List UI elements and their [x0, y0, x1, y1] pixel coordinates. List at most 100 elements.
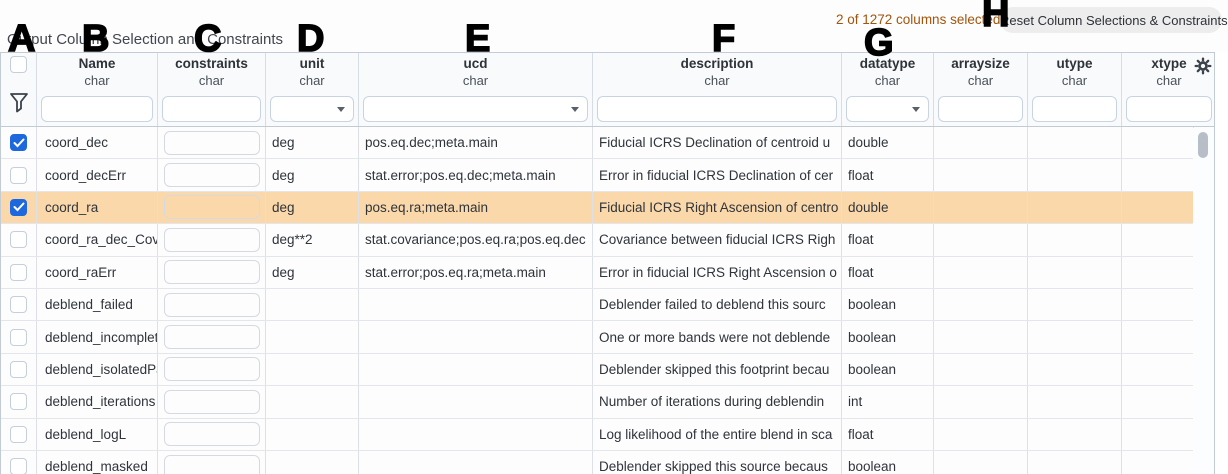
row-checkbox[interactable]	[10, 167, 27, 184]
filter-input-name[interactable]	[41, 96, 153, 122]
selection-status: 2 of 1272 columns selected	[836, 12, 1000, 27]
cell-datatype: double	[842, 127, 934, 158]
cell-utype	[1028, 419, 1122, 450]
row-checkbox-cell	[1, 224, 37, 255]
cell-datatype: float	[842, 159, 934, 190]
cell-constraints	[158, 224, 266, 255]
cell-utype	[1028, 159, 1122, 190]
chevron-down-icon[interactable]	[571, 107, 579, 112]
table-row[interactable]: coord_decdegpos.eq.dec;meta.mainFiducial…	[1, 127, 1214, 159]
constraint-input[interactable]	[164, 228, 260, 252]
table-row[interactable]: deblend_isolatedParDeblender skipped thi…	[1, 354, 1214, 386]
chevron-down-icon[interactable]	[912, 107, 920, 112]
filter-input-xtype[interactable]	[1126, 96, 1212, 122]
cell-ucd	[359, 451, 593, 474]
gear-icon[interactable]	[1194, 57, 1212, 80]
cell-datatype: boolean	[842, 321, 934, 352]
row-checkbox[interactable]	[10, 134, 27, 151]
row-checkbox[interactable]	[10, 264, 27, 281]
column-type: char	[1062, 73, 1087, 89]
row-checkbox[interactable]	[10, 231, 27, 248]
cell-arraysize	[934, 354, 1028, 385]
column-type: char	[968, 73, 993, 89]
cell-datatype: float	[842, 224, 934, 255]
filter-input-utype[interactable]	[1032, 96, 1117, 122]
constraint-input[interactable]	[164, 455, 260, 474]
constraint-input[interactable]	[164, 325, 260, 349]
cell-unit	[266, 451, 359, 474]
table-row[interactable]: deblend_maskedDeblender skipped this sou…	[1, 451, 1214, 474]
cell-constraints	[158, 127, 266, 158]
column-header-name: Namechar	[37, 53, 158, 126]
row-checkbox-cell	[1, 192, 37, 223]
app-screen: Output Column Selection and Constraints …	[0, 0, 1228, 474]
cell-xtype	[1122, 257, 1194, 288]
constraint-input[interactable]	[164, 163, 260, 187]
cell-datatype: int	[842, 386, 934, 417]
scrollbar-thumb[interactable]	[1198, 132, 1208, 158]
row-checkbox[interactable]	[10, 361, 27, 378]
row-checkbox[interactable]	[10, 393, 27, 410]
cell-ucd: stat.covariance;pos.eq.ra;pos.eq.dec	[359, 224, 593, 255]
row-checkbox[interactable]	[10, 458, 27, 474]
cell-constraints	[158, 451, 266, 474]
column-header-unit: unitchar	[266, 53, 359, 126]
filter-input-arraysize[interactable]	[938, 96, 1023, 122]
table-row[interactable]: deblend_logLLog likelihood of the entire…	[1, 419, 1214, 451]
table-row[interactable]: coord_decErrdegstat.error;pos.eq.dec;met…	[1, 159, 1214, 191]
reset-button[interactable]: Reset Column Selections & Constraints	[1000, 7, 1222, 33]
chevron-down-icon[interactable]	[337, 107, 345, 112]
filter-input-ucd[interactable]	[363, 96, 588, 122]
constraint-input[interactable]	[164, 293, 260, 317]
cell-unit: deg	[266, 257, 359, 288]
column-header-ucd: ucdchar	[359, 53, 593, 126]
constraint-input[interactable]	[164, 131, 260, 155]
column-label: unit	[300, 55, 325, 73]
table-row[interactable]: coord_ra_dec_Cov deg**2stat.covariance;po…	[1, 224, 1214, 256]
vertical-scrollbar[interactable]	[1193, 128, 1214, 474]
column-label: arraysize	[951, 55, 1010, 73]
constraint-input[interactable]	[164, 390, 260, 414]
cell-utype	[1028, 289, 1122, 320]
cell-description: Log likelihood of the entire blend in sc…	[593, 419, 842, 450]
table-row[interactable]: deblend_failedDeblender failed to deblen…	[1, 289, 1214, 321]
constraint-input[interactable]	[164, 422, 260, 446]
row-checkbox-cell	[1, 354, 37, 385]
cell-unit	[266, 386, 359, 417]
cell-name: deblend_isolatedPar	[37, 354, 158, 385]
table-row[interactable]: deblend_iterationsNumber of iterations d…	[1, 386, 1214, 418]
cell-unit: deg	[266, 192, 359, 223]
column-type: char	[299, 73, 324, 89]
cell-description: Number of iterations during deblendin	[593, 386, 842, 417]
table-row[interactable]: coord_radegpos.eq.ra;meta.mainFiducial I…	[1, 192, 1214, 224]
funnel-filter-icon[interactable]	[9, 92, 29, 120]
cell-ucd	[359, 321, 593, 352]
cell-description: Covariance between fiducial ICRS Righ	[593, 224, 842, 255]
row-checkbox[interactable]	[10, 426, 27, 443]
filter-input-description[interactable]	[597, 96, 837, 122]
filter-input-constraints[interactable]	[162, 96, 261, 122]
table-row[interactable]: deblend_incompleteOne or more bands were…	[1, 321, 1214, 353]
cell-constraints	[158, 192, 266, 223]
cell-arraysize	[934, 451, 1028, 474]
table-row[interactable]: coord_raErrdegstat.error;pos.eq.ra;meta.…	[1, 257, 1214, 289]
cell-name: coord_ra_dec_Cov	[37, 224, 158, 255]
cell-unit: deg**2	[266, 224, 359, 255]
row-checkbox[interactable]	[10, 199, 27, 216]
cell-constraints	[158, 257, 266, 288]
row-checkbox[interactable]	[10, 329, 27, 346]
cell-constraints	[158, 419, 266, 450]
cell-ucd: pos.eq.dec;meta.main	[359, 127, 593, 158]
constraint-input[interactable]	[164, 260, 260, 284]
cell-name: coord_raErr	[37, 257, 158, 288]
cell-unit	[266, 419, 359, 450]
column-type: char	[875, 73, 900, 89]
row-checkbox-cell	[1, 159, 37, 190]
row-checkbox[interactable]	[10, 296, 27, 313]
select-all-checkbox[interactable]	[10, 56, 27, 73]
cell-arraysize	[934, 159, 1028, 190]
constraint-input[interactable]	[164, 357, 260, 381]
cell-datatype: float	[842, 419, 934, 450]
constraint-input[interactable]	[164, 195, 260, 219]
cell-xtype	[1122, 386, 1194, 417]
